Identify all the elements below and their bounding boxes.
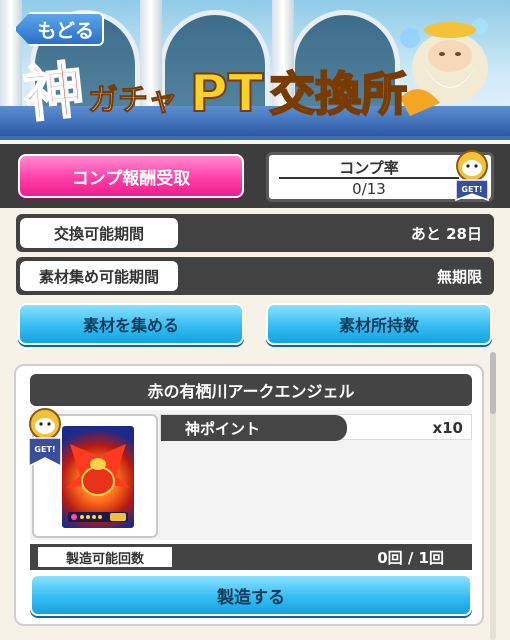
title-exchange: 交換所 — [268, 66, 408, 122]
item-name: 赤の有栖川アークエンジェル — [30, 374, 472, 406]
get-badge-icon: GET! — [28, 408, 62, 468]
craft-count-row: 製造可能回数 0回 / 1回 — [30, 544, 472, 570]
divider — [279, 177, 459, 179]
card-illustration — [62, 426, 134, 528]
comp-claim-label: コンプ報酬受取 — [71, 168, 191, 189]
get-badge-text: GET! — [34, 445, 55, 454]
exchange-item-card: 赤の有栖川アークエンジェル GET! 神ポイント x10 製造可能回数 0回 /… — [14, 364, 484, 626]
collect-period-row: 素材集め可能期間 無期限 — [16, 257, 494, 295]
comp-rate-label: コンプ率 — [339, 159, 399, 177]
owned-materials-button[interactable]: 素材所持数 — [266, 303, 492, 345]
craft-count-value: 0回 / 1回 — [377, 548, 444, 567]
collect-period-value: 無期限 — [436, 267, 482, 286]
required-material-row: 神ポイント x10 — [160, 414, 472, 441]
get-badge-icon: GET! — [455, 150, 489, 202]
craft-button[interactable]: 製造する — [30, 574, 472, 616]
exchange-period-row: 交換可能期間 あと 28日 — [16, 214, 494, 252]
archangel-card-art — [66, 444, 130, 522]
page-title: 神 ガチャ PT 交換所 — [20, 48, 444, 132]
collect-materials-label: 素材を集める — [82, 316, 179, 335]
collect-period-label: 素材集め可能期間 — [20, 261, 178, 291]
collect-materials-button[interactable]: 素材を集める — [18, 303, 244, 345]
title-kami: 神 — [20, 54, 89, 132]
comp-reward-claim-button[interactable]: コンプ報酬受取 — [18, 154, 244, 198]
owned-materials-label: 素材所持数 — [338, 316, 419, 335]
material-name: 神ポイント — [161, 415, 347, 441]
scrollbar-thumb[interactable] — [490, 352, 496, 414]
title-pt: PT — [189, 63, 265, 125]
title-gacha: ガチャ — [88, 83, 179, 119]
exchange-period-value: あと 28日 — [410, 224, 482, 243]
header-banner: もどる 神 ガチャ PT 交換所 — [0, 0, 510, 140]
comp-rate-value: 0/13 — [352, 180, 386, 198]
exchange-period-label: 交換可能期間 — [20, 218, 178, 248]
craft-count-label: 製造可能回数 — [38, 547, 172, 567]
back-button[interactable]: もどる — [14, 12, 104, 46]
get-badge-text: GET! — [461, 185, 482, 194]
craft-label: 製造する — [217, 587, 285, 608]
material-quantity: x10 — [432, 419, 463, 437]
back-label: もどる — [37, 19, 94, 42]
